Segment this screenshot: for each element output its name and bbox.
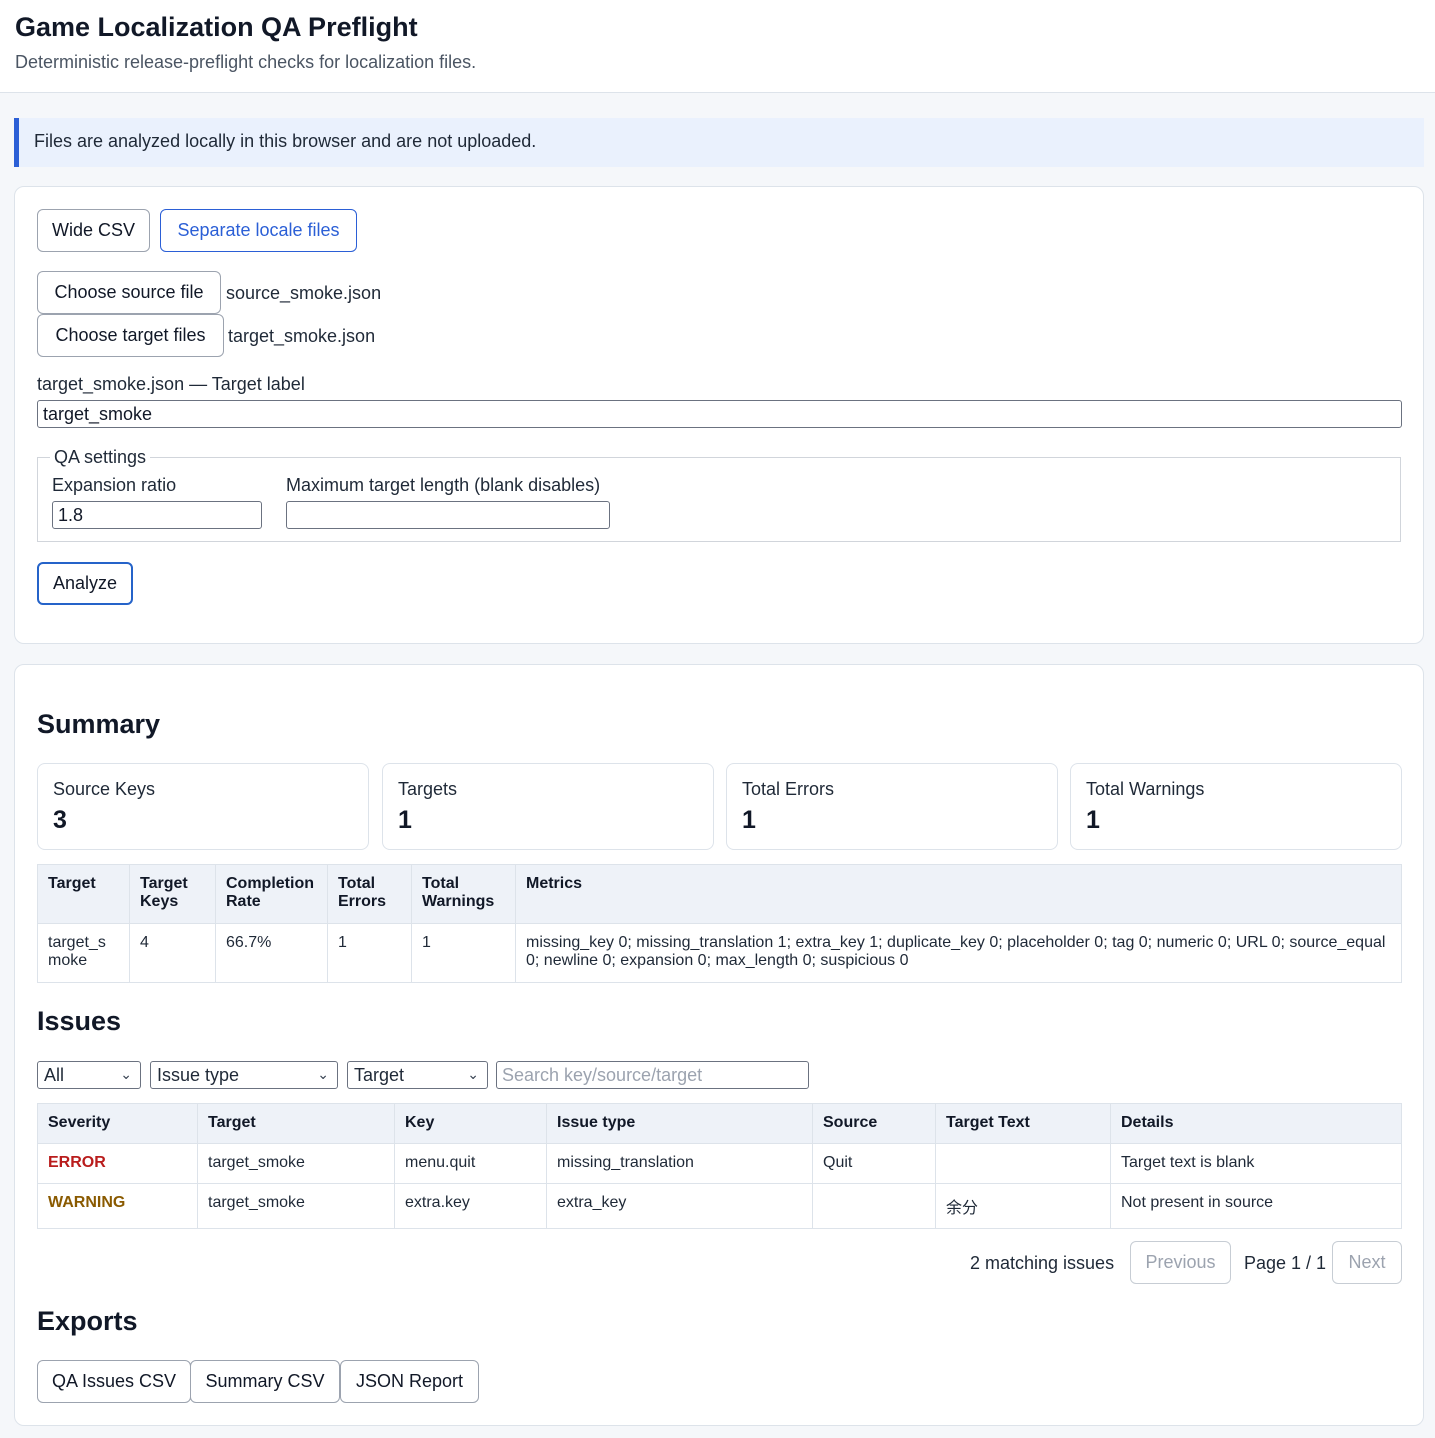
table-row: ERROR target_smoke menu.quit missing_tra… [37, 1143, 1402, 1184]
cell-target-text: 余分 [935, 1183, 1111, 1229]
privacy-notice: Files are analyzed locally in this brows… [14, 118, 1424, 167]
cell-target-text [935, 1143, 1111, 1184]
column-header: Issue type [546, 1103, 813, 1144]
column-header: Total Warnings [411, 864, 516, 924]
column-header: Source [812, 1103, 936, 1144]
summary-table-header: Target Target Keys Completion Rate Total… [37, 864, 1402, 924]
issues-heading: Issues [37, 1006, 122, 1036]
matching-issues-count: 2 matching issues [970, 1253, 1115, 1273]
qa-settings-fieldset: QA settings Expansion ratio 1.8 Maximum … [37, 447, 1401, 542]
choose-source-file-button[interactable]: Choose source file [37, 271, 221, 314]
export-summary-csv-button[interactable]: Summary CSV [190, 1360, 340, 1403]
wide-csv-tab[interactable]: Wide CSV [37, 209, 150, 252]
source-file-name: source_smoke.json [226, 283, 382, 303]
separate-locale-files-tab[interactable]: Separate locale files [160, 209, 357, 252]
stat-label: Total Warnings [1086, 779, 1205, 799]
page-subtitle: Deterministic release-preflight checks f… [15, 52, 477, 72]
stat-value: 1 [1086, 806, 1100, 834]
stat-card-targets: Targets 1 [382, 763, 714, 850]
cell-key: extra.key [394, 1183, 547, 1229]
chevron-down-icon: ⌄ [120, 1066, 132, 1082]
max-length-input[interactable] [286, 501, 610, 529]
chevron-down-icon: ⌄ [317, 1066, 329, 1082]
target-filter-value: Target [354, 1064, 405, 1085]
expansion-ratio-label: Expansion ratio [52, 475, 177, 495]
input-card: Wide CSV Separate locale files Choose so… [14, 186, 1424, 644]
stat-label: Source Keys [53, 779, 156, 799]
cell-source [812, 1183, 936, 1229]
cell-key: menu.quit [394, 1143, 547, 1184]
cell-details: Not present in source [1110, 1183, 1402, 1229]
column-header: Severity [37, 1103, 198, 1144]
column-header: Metrics [515, 864, 1402, 924]
column-header: Target Keys [129, 864, 216, 924]
stat-label: Total Errors [742, 779, 835, 799]
stat-card-total-warnings: Total Warnings 1 [1070, 763, 1402, 850]
issues-table-header: Severity Target Key Issue type Source Ta… [37, 1103, 1402, 1144]
table-row: target_smoke 4 66.7% 1 1 missing_key 0; … [37, 923, 1402, 983]
cell-issue-type: missing_translation [546, 1143, 813, 1184]
stat-value: 3 [53, 806, 67, 834]
column-header: Total Errors [327, 864, 412, 924]
severity-badge: WARNING [37, 1183, 198, 1229]
cell-target: target_smoke [37, 923, 130, 983]
analyze-button[interactable]: Analyze [37, 562, 133, 605]
column-header: Target [197, 1103, 395, 1144]
cell-target: target_smoke [197, 1183, 395, 1229]
page-header: Game Localization QA Preflight Determini… [0, 0, 1435, 93]
cell-target: target_smoke [197, 1143, 395, 1184]
issues-search-input[interactable]: Search key/source/target [496, 1061, 809, 1089]
cell-source: Quit [812, 1143, 936, 1184]
stat-card-source-keys: Source Keys 3 [37, 763, 369, 850]
qa-settings-legend: QA settings [50, 447, 151, 468]
stat-value: 1 [398, 806, 412, 834]
results-card: Summary Source Keys 3 Targets 1 Total Er… [14, 664, 1424, 1426]
max-length-label: Maximum target length (blank disables) [286, 475, 601, 495]
previous-page-button[interactable]: Previous [1130, 1241, 1231, 1284]
severity-badge: ERROR [37, 1143, 198, 1184]
table-row: WARNING target_smoke extra.key extra_key… [37, 1183, 1402, 1229]
search-placeholder: Search key/source/target [502, 1064, 703, 1085]
target-file-name: target_smoke.json [228, 326, 376, 346]
column-header: Key [394, 1103, 547, 1144]
cell-issue-type: extra_key [546, 1183, 813, 1229]
column-header: Target [37, 864, 130, 924]
issue-type-filter-value: Issue type [157, 1064, 240, 1085]
choose-target-files-button[interactable]: Choose target files [37, 314, 224, 357]
stat-label: Targets [398, 779, 458, 799]
target-label-caption: target_smoke.json — Target label [37, 374, 305, 394]
export-qa-issues-csv-button[interactable]: QA Issues CSV [37, 1360, 191, 1403]
cell-total-errors: 1 [327, 923, 412, 983]
page-indicator: Page 1 / 1 [1244, 1253, 1327, 1273]
cell-metrics: missing_key 0; missing_translation 1; ex… [515, 923, 1402, 983]
next-page-button[interactable]: Next [1332, 1241, 1402, 1284]
column-header: Target Text [935, 1103, 1111, 1144]
exports-heading: Exports [37, 1306, 138, 1336]
cell-total-warnings: 1 [411, 923, 516, 983]
cell-target-keys: 4 [129, 923, 216, 983]
severity-filter-value: All [44, 1064, 65, 1085]
expansion-ratio-input[interactable]: 1.8 [52, 501, 262, 529]
column-header: Details [1110, 1103, 1402, 1144]
cell-details: Target text is blank [1110, 1143, 1402, 1184]
target-filter[interactable]: Target ⌄ [347, 1061, 488, 1089]
page-title: Game Localization QA Preflight [15, 12, 418, 42]
issue-type-filter[interactable]: Issue type ⌄ [150, 1061, 338, 1089]
column-header: Completion Rate [215, 864, 328, 924]
stat-value: 1 [742, 806, 756, 834]
summary-heading: Summary [37, 709, 161, 739]
summary-table: Target Target Keys Completion Rate Total… [37, 864, 1402, 983]
cell-completion-rate: 66.7% [215, 923, 328, 983]
stat-card-total-errors: Total Errors 1 [726, 763, 1058, 850]
chevron-down-icon: ⌄ [467, 1066, 479, 1082]
target-label-input[interactable]: target_smoke [37, 400, 1402, 428]
issues-table: Severity Target Key Issue type Source Ta… [37, 1103, 1402, 1229]
export-json-report-button[interactable]: JSON Report [340, 1360, 479, 1403]
severity-filter[interactable]: All ⌄ [37, 1061, 141, 1089]
